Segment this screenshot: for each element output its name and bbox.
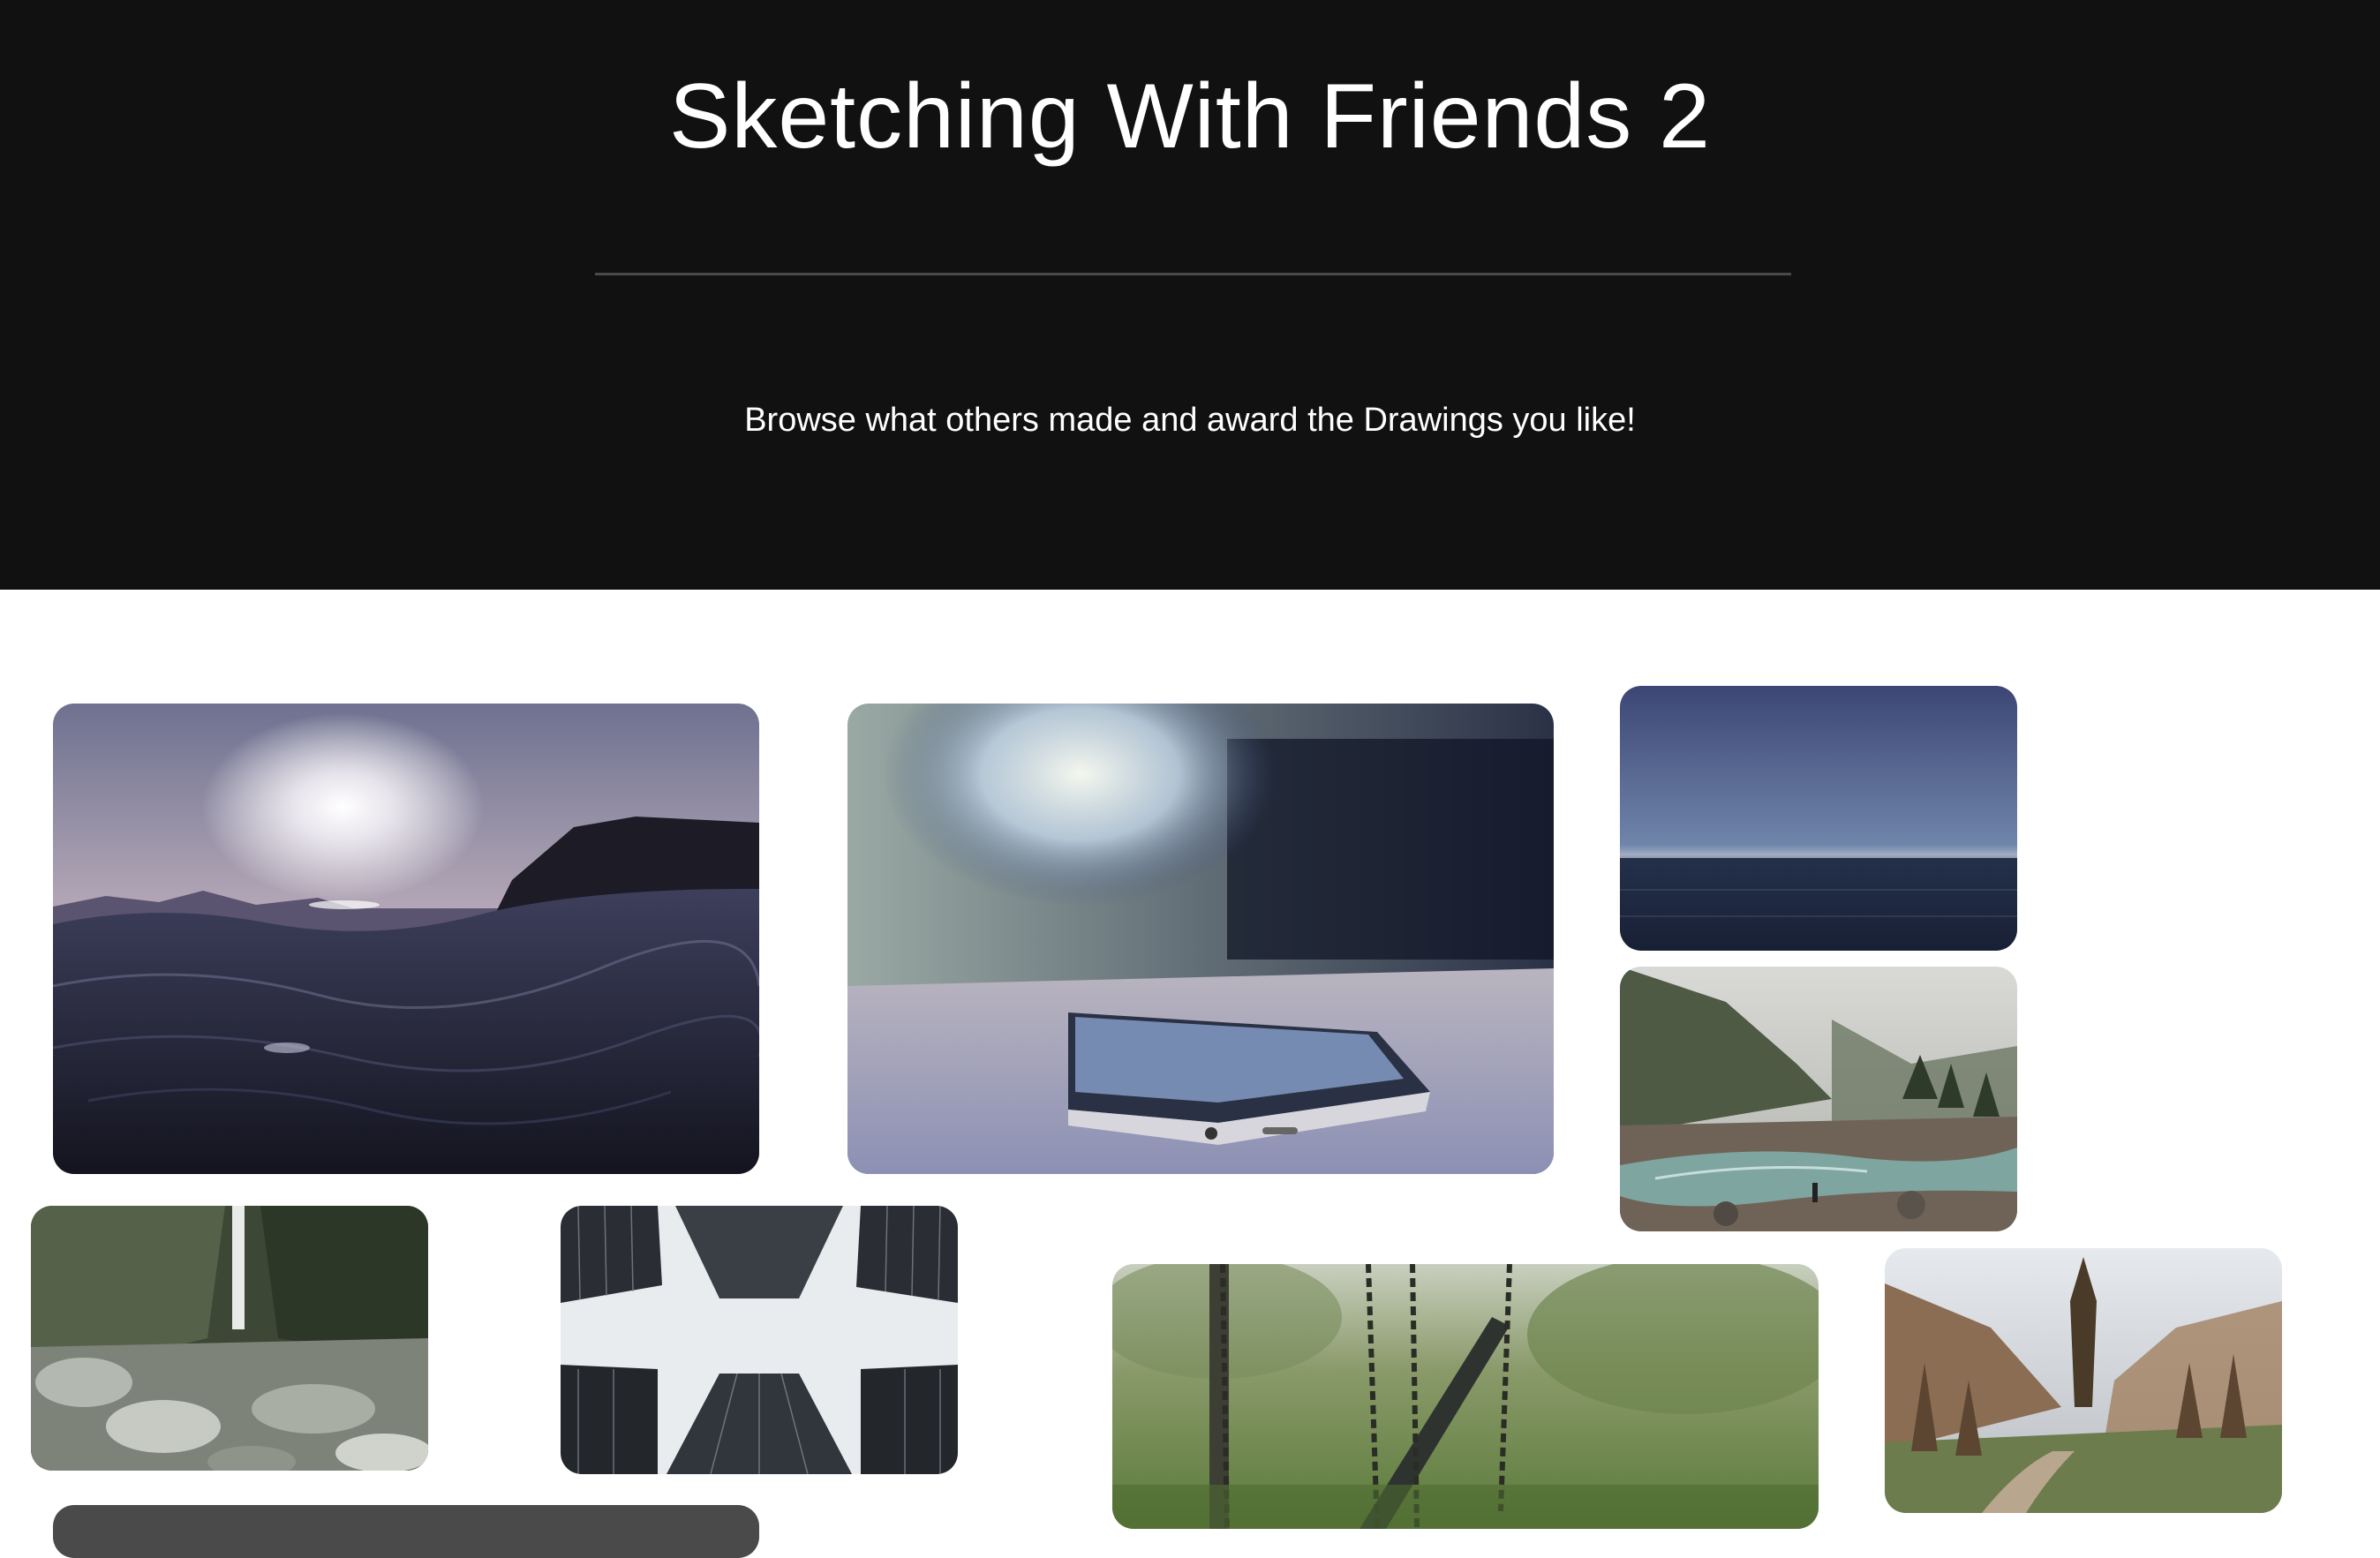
drawing-skyscrapers[interactable] <box>561 1206 958 1474</box>
page-subtitle: Browse what others made and award the Dr… <box>744 402 1636 439</box>
drawing-swings[interactable] <box>1112 1264 1819 1529</box>
title-divider <box>595 273 1791 275</box>
drawing-forest-trail[interactable] <box>1885 1248 2282 1513</box>
drawing-partial-bottom[interactable] <box>53 1505 759 1558</box>
drawing-sea-horizon[interactable] <box>1620 686 2017 951</box>
skyscrapers-image <box>561 1206 958 1474</box>
drawing-ocean-waves[interactable] <box>53 704 759 1174</box>
ocean-waves-image <box>53 704 759 1174</box>
sea-horizon-image <box>1620 686 2017 951</box>
drawing-waterfall[interactable] <box>31 1206 428 1471</box>
drawing-smartphone[interactable] <box>847 704 1554 1174</box>
swings-image <box>1112 1264 1819 1529</box>
hero-header: Sketching With Friends 2 Browse what oth… <box>0 0 2380 590</box>
forest-trail-image <box>1885 1248 2282 1513</box>
waterfall-image <box>31 1206 428 1471</box>
partial-bottom-image <box>53 1505 759 1558</box>
river-valley-image <box>1620 967 2017 1231</box>
page-title: Sketching With Friends 2 <box>668 65 1712 168</box>
smartphone-image <box>847 704 1554 1174</box>
drawing-river-valley[interactable] <box>1620 967 2017 1231</box>
